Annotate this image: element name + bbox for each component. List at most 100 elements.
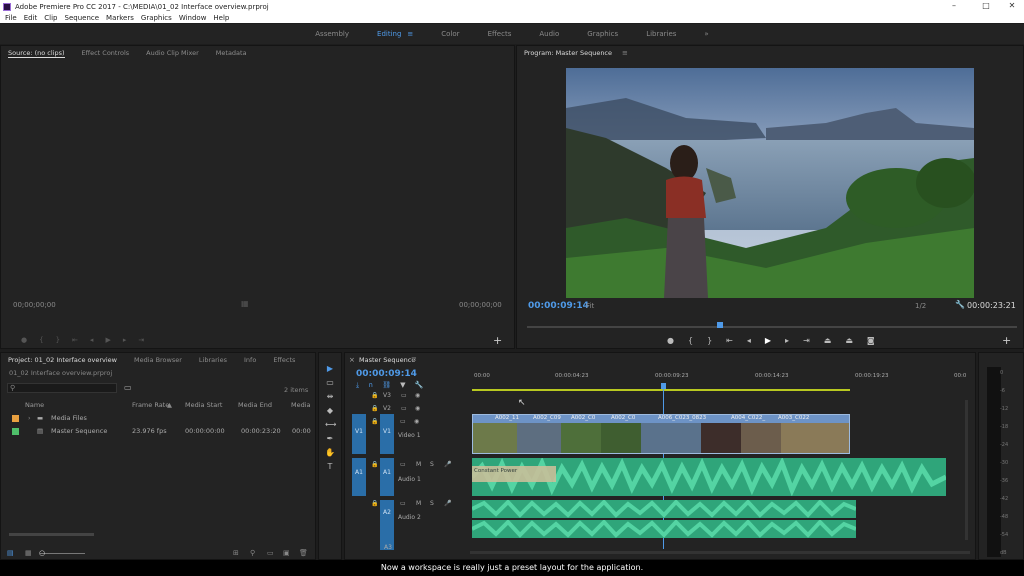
timeline-vertical-scrollbar[interactable] xyxy=(965,400,968,540)
go-to-out-icon[interactable]: ⇥ xyxy=(803,336,810,345)
menu-file[interactable]: File xyxy=(5,14,17,22)
automate-to-sequence-icon[interactable]: ⊞ xyxy=(233,549,239,557)
label-color-swatch[interactable] xyxy=(12,415,19,422)
lock-icon[interactable]: 🔒 xyxy=(371,461,378,468)
mute-button[interactable]: M xyxy=(416,461,421,468)
program-playhead[interactable] xyxy=(717,322,723,328)
microphone-icon[interactable]: 🎤 xyxy=(444,500,451,507)
linked-selection-icon[interactable]: ⛓ xyxy=(382,381,391,390)
program-timecode-current[interactable]: 00:00:09:14 xyxy=(528,301,589,311)
sync-lock-icon[interactable]: ▭ xyxy=(401,392,407,399)
workspace-audio[interactable]: Audio xyxy=(539,30,559,38)
column-frame-rate[interactable]: Frame Rate xyxy=(132,401,169,409)
razor-tool-icon[interactable]: ◆ xyxy=(325,406,335,416)
program-video-frame[interactable] xyxy=(566,68,974,298)
source-go-to-in-icon[interactable]: ⇤ xyxy=(72,336,78,344)
lift-icon[interactable]: ⏏ xyxy=(824,336,832,345)
insert-sequence-nest-icon[interactable]: ⤓ xyxy=(356,381,359,390)
menu-help[interactable]: Help xyxy=(213,14,229,22)
eye-icon[interactable]: ◉ xyxy=(415,405,420,412)
solo-button[interactable]: S xyxy=(430,500,434,507)
timeline-panel-menu-icon[interactable]: ≡ xyxy=(411,355,417,363)
play-icon[interactable]: ▶ xyxy=(765,336,771,345)
video-clip-track[interactable]: A002_11 A002_C09 A002_C0 A002_C0 A006_C0… xyxy=(472,414,850,454)
tab-project[interactable]: Project: 01_02 Interface overview xyxy=(8,356,117,364)
sync-lock-icon[interactable]: ▭ xyxy=(400,461,406,468)
column-media[interactable]: Media xyxy=(291,401,311,409)
workspace-assembly[interactable]: Assembly xyxy=(315,30,349,38)
source-add-button-icon[interactable]: + xyxy=(493,334,502,347)
eye-icon[interactable]: ◉ xyxy=(415,392,420,399)
program-add-button-icon[interactable]: + xyxy=(1002,334,1011,347)
mark-in-icon[interactable]: { xyxy=(688,336,693,345)
source-timecode-current[interactable]: 00;00;00;00 xyxy=(13,301,56,309)
menu-clip[interactable]: Clip xyxy=(44,14,57,22)
hand-tool-icon[interactable]: ✋ xyxy=(325,448,335,458)
sync-lock-icon[interactable]: ▭ xyxy=(400,500,406,507)
thumbnail-size-slider[interactable] xyxy=(40,553,85,554)
new-bin-icon[interactable]: ▭ xyxy=(124,383,132,392)
go-to-in-icon[interactable]: ⇤ xyxy=(726,336,733,345)
new-bin-bottom-icon[interactable]: ▭ xyxy=(267,549,274,557)
track-label-a2[interactable]: A2 xyxy=(380,500,394,550)
source-mark-in-icon[interactable]: { xyxy=(39,336,43,344)
microphone-icon[interactable]: 🎤 xyxy=(444,461,451,468)
sequence-name[interactable]: Master Sequence xyxy=(51,427,107,435)
bin-name[interactable]: Media Files xyxy=(51,414,87,422)
export-frame-icon[interactable]: ◙ xyxy=(867,336,875,345)
timeline-close-icon[interactable]: × xyxy=(349,356,355,364)
source-patch-a1[interactable]: A1 xyxy=(352,458,366,496)
minimize-button[interactable]: – xyxy=(940,0,968,13)
track-select-tool-icon[interactable]: ▭ xyxy=(325,378,335,388)
tab-source[interactable]: Source: (no clips) xyxy=(8,49,65,58)
source-patch-v1[interactable]: V1 xyxy=(352,414,366,454)
type-tool-icon[interactable]: T xyxy=(325,462,335,472)
tab-libraries[interactable]: Libraries xyxy=(199,356,227,364)
menu-window[interactable]: Window xyxy=(179,14,207,22)
mute-button[interactable]: M xyxy=(416,500,421,507)
timeline-ruler[interactable]: 00:00 00:00:04:23 00:00:09:23 00:00:14:2… xyxy=(472,373,972,385)
add-marker-timeline-icon[interactable]: ▼ xyxy=(400,381,405,390)
program-resolution-select[interactable]: 1/2 xyxy=(915,302,926,310)
extract-icon[interactable]: ⏏ xyxy=(845,336,853,345)
slip-tool-icon[interactable]: ⟷ xyxy=(325,420,336,430)
sync-lock-icon[interactable]: ▭ xyxy=(401,405,407,412)
maximize-button[interactable]: □ xyxy=(972,0,1000,13)
find-icon[interactable]: ⚲ xyxy=(250,549,255,557)
track-label-a3[interactable]: A3 xyxy=(384,544,392,551)
workspace-color[interactable]: Color xyxy=(441,30,459,38)
source-mark-out-icon[interactable]: } xyxy=(56,336,60,344)
audio-clip-a1[interactable]: Constant Power xyxy=(472,458,946,496)
list-item[interactable]: › ▬ Media Files xyxy=(1,413,315,425)
menu-edit[interactable]: Edit xyxy=(24,14,38,22)
menu-markers[interactable]: Markers xyxy=(106,14,134,22)
close-button[interactable]: ✕ xyxy=(998,0,1024,13)
tab-audio-clip-mixer[interactable]: Audio Clip Mixer xyxy=(146,49,199,57)
wrench-icon[interactable]: 🔧 xyxy=(955,300,965,309)
tab-media-browser[interactable]: Media Browser xyxy=(134,356,182,364)
source-step-forward-icon[interactable]: ▸ xyxy=(123,336,127,344)
list-item[interactable]: ▤ Master Sequence 23.976 fps 00:00:00:00… xyxy=(1,426,315,438)
menu-graphics[interactable]: Graphics xyxy=(141,14,172,22)
eye-icon[interactable]: ◉ xyxy=(414,418,419,425)
audio-clip-a2-bottom[interactable] xyxy=(472,520,856,538)
work-area-bar[interactable] xyxy=(472,389,850,391)
column-name[interactable]: Name xyxy=(25,401,44,409)
label-color-swatch[interactable] xyxy=(12,428,19,435)
source-settings-icon[interactable]: ▦ xyxy=(241,299,249,308)
program-scrubber[interactable] xyxy=(527,326,1017,328)
workspace-graphics[interactable]: Graphics xyxy=(587,30,618,38)
workspace-effects[interactable]: Effects xyxy=(488,30,512,38)
audio-transition[interactable]: Constant Power xyxy=(472,466,556,482)
lock-icon[interactable]: 🔒 xyxy=(371,418,378,425)
workspace-editing[interactable]: Editing xyxy=(377,30,401,38)
lock-icon[interactable]: 🔒 xyxy=(371,500,378,507)
project-horizontal-scrollbar[interactable] xyxy=(9,533,94,536)
column-media-start[interactable]: Media Start xyxy=(185,401,222,409)
menu-sequence[interactable]: Sequence xyxy=(65,14,100,22)
solo-button[interactable]: S xyxy=(430,461,434,468)
add-marker-icon[interactable]: ● xyxy=(667,336,674,345)
expand-arrow-icon[interactable]: › xyxy=(28,414,31,422)
workspace-libraries[interactable]: Libraries xyxy=(646,30,676,38)
timeline-settings-icon[interactable]: 🔧 xyxy=(415,381,424,390)
